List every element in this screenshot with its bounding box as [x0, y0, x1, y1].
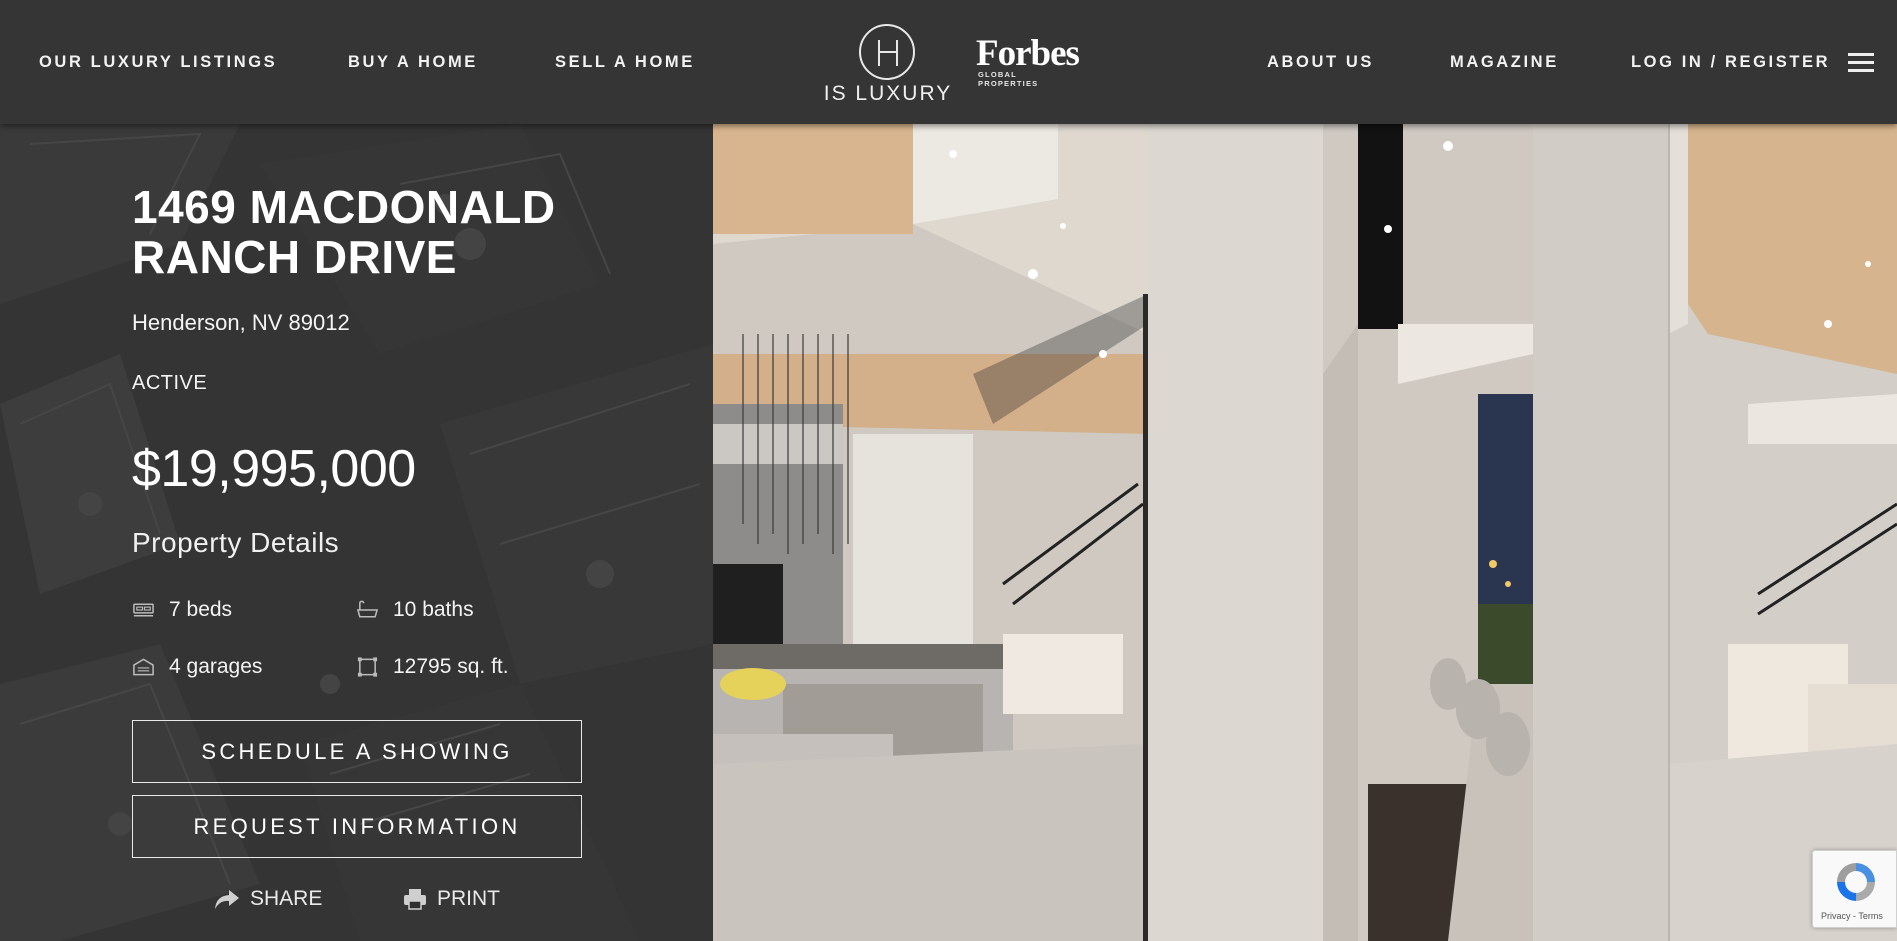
beds-value: 7 beds: [169, 598, 233, 621]
listing-address: 1469 MACDONALD RANCH DRIVE: [132, 182, 592, 282]
nav-sell-a-home[interactable]: SELL A HOME: [555, 53, 695, 72]
hamburger-menu-icon[interactable]: [1848, 53, 1874, 73]
nav-buy-a-home[interactable]: BUY A HOME: [348, 53, 478, 72]
nav-our-luxury-listings[interactable]: OUR LUXURY LISTINGS: [39, 53, 277, 72]
garage-icon: [133, 658, 154, 676]
recaptcha-badge[interactable]: Privacy - Terms: [1812, 850, 1897, 928]
print-label: PRINT: [437, 887, 500, 910]
area-icon: [357, 657, 378, 677]
address-line-2: RANCH DRIVE: [132, 231, 457, 283]
listing-price: $19,995,000: [132, 440, 416, 498]
property-details-title: Property Details: [132, 527, 340, 558]
listing-status: ACTIVE: [132, 372, 208, 394]
print-button[interactable]: PRINT: [403, 887, 500, 911]
request-information-button[interactable]: REQUEST INFORMATION: [132, 795, 582, 858]
feature-beds: 7 beds: [132, 598, 232, 622]
listing-info-panel: 1469 MACDONALD RANCH DRIVE Henderson, NV…: [0, 124, 713, 941]
address-line-1: 1469 MACDONALD: [132, 181, 556, 233]
recaptcha-icon: [1837, 863, 1875, 901]
nav-log-in-register[interactable]: LOG IN / REGISTER: [1631, 53, 1830, 72]
logo-text: IS LUXURY: [823, 82, 953, 105]
nav-magazine[interactable]: MAGAZINE: [1450, 53, 1559, 72]
forbes-name: Forbes: [976, 33, 1080, 74]
forbes-global-properties-logo[interactable]: Forbes GLOBAL PROPERTIES: [976, 33, 1080, 89]
share-button[interactable]: SHARE: [214, 887, 322, 911]
garages-value: 4 garages: [169, 655, 263, 678]
listing-city: Henderson, NV 89012: [132, 310, 350, 335]
gallery-photo-hallway[interactable]: [1148, 124, 1668, 941]
site-header: OUR LUXURY LISTINGS BUY A HOME SELL A HO…: [0, 0, 1897, 124]
is-luxury-logo[interactable]: IS LUXURY: [818, 20, 958, 110]
gallery-photo-kitchen[interactable]: [713, 124, 1148, 941]
share-icon: [215, 890, 239, 909]
gallery-photo-living[interactable]: [1668, 124, 1897, 941]
recaptcha-terms[interactable]: Privacy - Terms: [1821, 911, 1883, 921]
print-icon: [404, 889, 426, 910]
feature-baths: 10 baths: [356, 598, 474, 622]
bed-icon: [133, 603, 154, 617]
feature-garages: 4 garages: [132, 655, 262, 679]
property-photo-gallery[interactable]: [713, 124, 1897, 941]
area-value: 12795 sq. ft.: [393, 655, 509, 678]
nav-about-us[interactable]: ABOUT US: [1267, 53, 1374, 72]
feature-area: 12795 sq. ft.: [356, 655, 509, 679]
baths-value: 10 baths: [393, 598, 474, 621]
schedule-showing-button[interactable]: SCHEDULE A SHOWING: [132, 720, 582, 783]
bath-icon: [356, 600, 379, 618]
logo-emblem-icon: [859, 24, 915, 80]
share-label: SHARE: [250, 887, 323, 910]
